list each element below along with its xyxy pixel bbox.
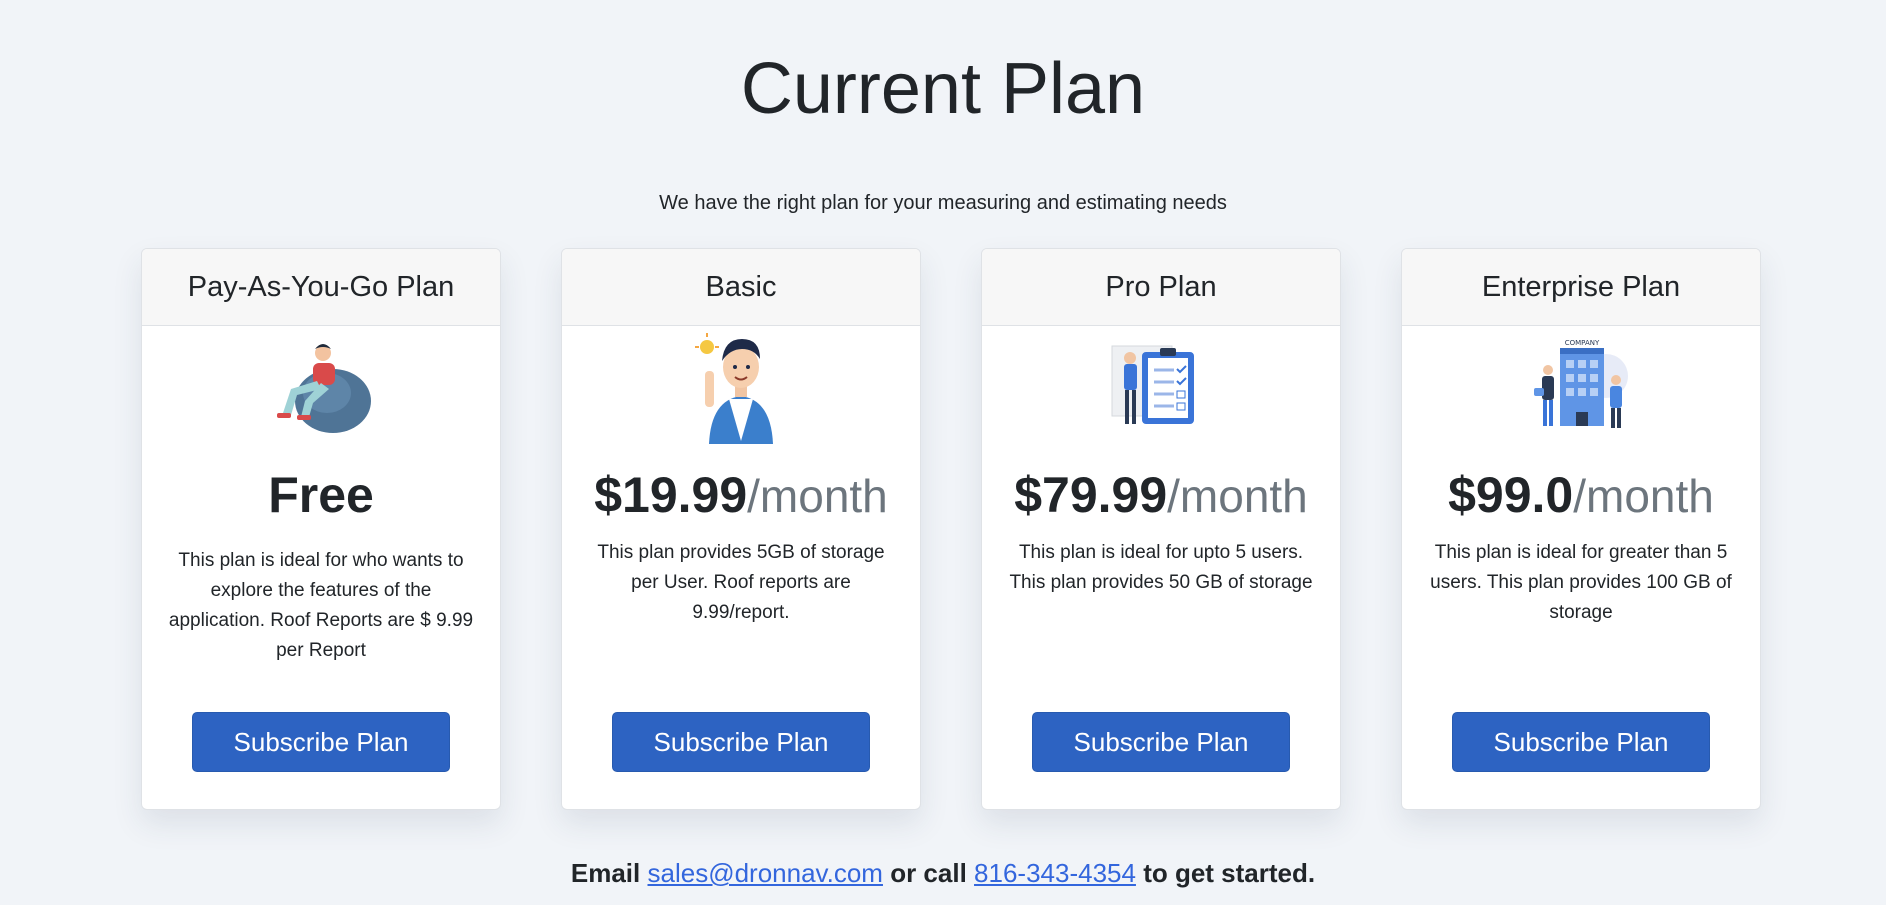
checklist-board-illustration <box>982 326 1340 446</box>
price-period: /month <box>1167 470 1308 522</box>
price-period: /month <box>1573 470 1714 522</box>
plan-price: Free <box>142 468 500 528</box>
price-amount: $19.99 <box>594 467 748 523</box>
plan-price: $79.99/month <box>982 468 1340 528</box>
footer-middle: or call <box>890 858 967 888</box>
plan-description: This plan is ideal for upto 5 users. Thi… <box>1009 542 1313 593</box>
price-period: /month <box>747 470 888 522</box>
plan-description: This plan is ideal for greater than 5 us… <box>1430 542 1732 623</box>
email-link[interactable]: sales@dronnav.com <box>648 858 883 888</box>
subscribe-button-basic[interactable]: Subscribe Plan <box>612 712 870 772</box>
price-amount: $79.99 <box>1014 467 1168 523</box>
price-amount: $99.0 <box>1448 467 1574 523</box>
page-subtitle: We have the right plan for your measurin… <box>659 192 1227 214</box>
plan-description: This plan provides 5GB of storage per Us… <box>597 542 885 623</box>
subscribe-button-pro[interactable]: Subscribe Plan <box>1032 712 1290 772</box>
footer-prefix: Email <box>570 858 641 888</box>
plan-name: Pay-As-You-Go Plan <box>142 249 500 326</box>
plan-price: $99.0/month <box>1402 468 1760 528</box>
person-on-beanbag-illustration <box>142 326 500 446</box>
pricing-page: Current Plan We have the right plan for … <box>0 0 1886 905</box>
contact-footer: Email sales@dronnav.com or call 816-343-… <box>0 858 1886 889</box>
page-title: Current Plan <box>740 49 1146 129</box>
plan-description: This plan is ideal for who wants to expl… <box>168 550 474 661</box>
price-amount: Free <box>268 467 374 523</box>
company-sign-text: COMPANY <box>1565 339 1600 347</box>
plan-card-payg: Pay-As-You-Go Plan Free This plan is ide… <box>141 248 501 810</box>
plan-price: $19.99/month <box>562 468 920 528</box>
plan-name: Basic <box>562 249 920 326</box>
plan-card-pro: Pro Plan $79.99/month This plan is ideal… <box>981 248 1341 810</box>
plan-card-basic: Basic $19.99/month This plan provides 5G… <box>561 248 921 810</box>
footer-suffix: to get started. <box>1143 858 1316 888</box>
plan-name: Enterprise Plan <box>1402 249 1760 326</box>
subscribe-button-enterprise[interactable]: Subscribe Plan <box>1452 712 1710 772</box>
company-building-illustration: COMPANY <box>1402 326 1760 446</box>
subscribe-button-payg[interactable]: Subscribe Plan <box>192 712 450 772</box>
plan-card-enterprise: Enterprise Plan COMPANY $99.0/month This… <box>1401 248 1761 810</box>
man-with-idea-illustration <box>562 326 920 446</box>
phone-link[interactable]: 816-343-4354 <box>974 858 1136 888</box>
plan-name: Pro Plan <box>982 249 1340 326</box>
